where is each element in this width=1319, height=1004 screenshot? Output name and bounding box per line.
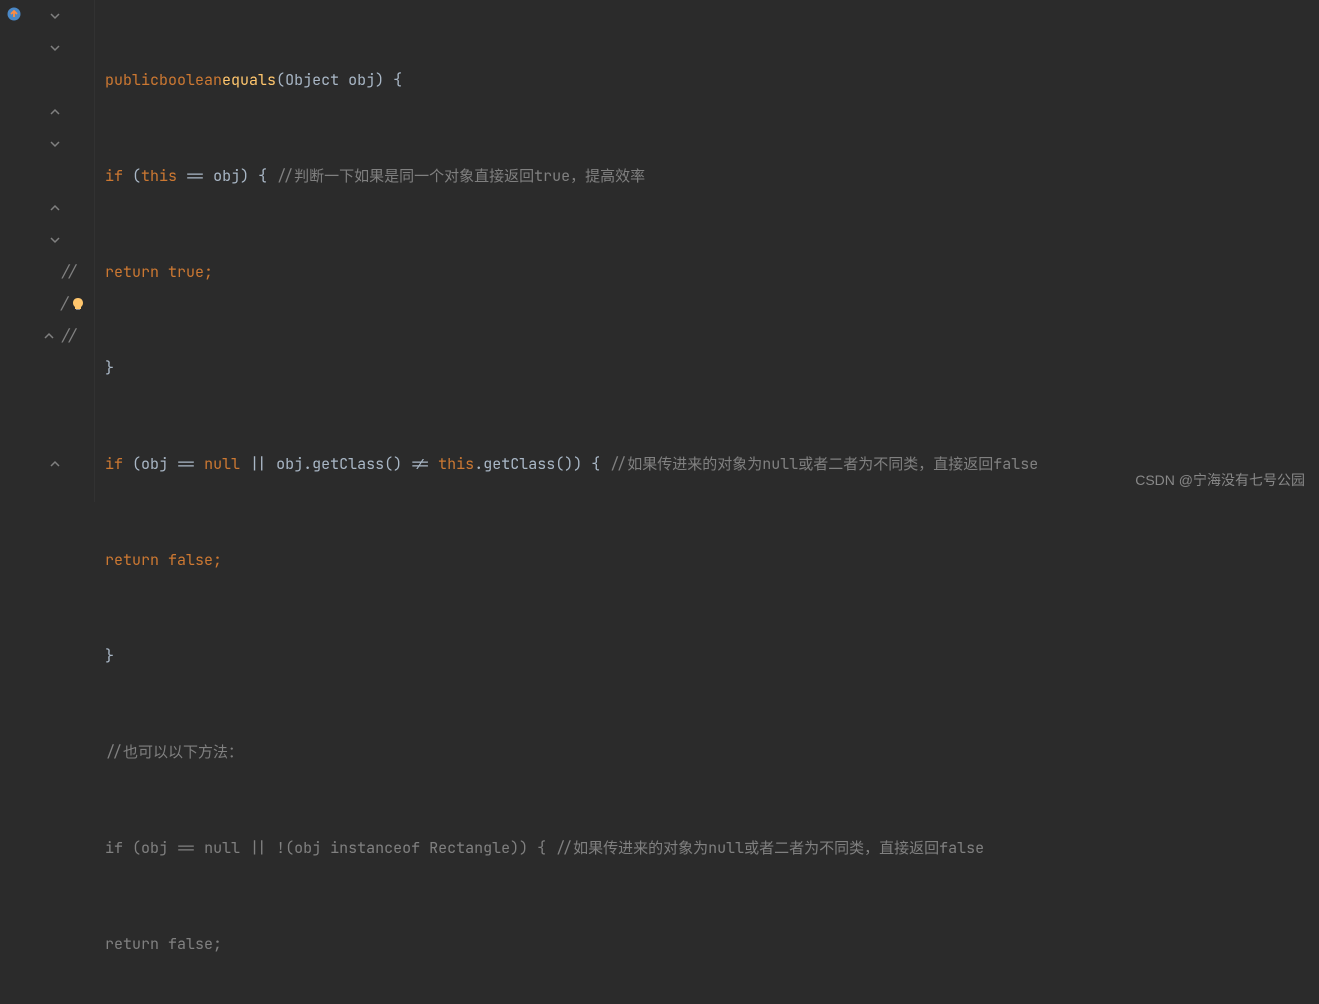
method-name: equals xyxy=(222,64,276,96)
override-icon[interactable] xyxy=(6,6,22,22)
param: obj xyxy=(339,64,375,96)
dot: . xyxy=(474,448,483,480)
keyword: false xyxy=(159,934,213,954)
semi: ; xyxy=(213,934,222,954)
semi: ; xyxy=(213,544,222,576)
keyword: if xyxy=(105,160,123,192)
brace: } xyxy=(105,640,114,672)
keyword: false xyxy=(159,544,213,576)
op: || !( xyxy=(240,838,294,858)
fold-up-icon[interactable] xyxy=(48,201,62,215)
type: Rectangle xyxy=(429,838,510,858)
comment-marker: // xyxy=(60,256,78,288)
var: obj xyxy=(276,448,303,480)
paren: ( xyxy=(123,448,141,480)
keyword: return xyxy=(105,934,159,954)
keyword: this xyxy=(141,160,177,192)
keyword: boolean xyxy=(159,64,222,96)
code-line[interactable]: return true; xyxy=(105,256,1319,288)
keyword: true xyxy=(159,256,204,288)
keyword: null xyxy=(204,448,240,480)
method-call: getClass xyxy=(312,448,384,480)
fold-icon[interactable] xyxy=(48,41,62,55)
comment: //如果传进来的对象为null或者二者为不同类，直接返回false xyxy=(609,448,1038,480)
code-line[interactable]: //也可以以下方法： xyxy=(105,736,1319,768)
semi: ; xyxy=(204,256,213,288)
code-line[interactable]: if (this == obj) { //判断一下如果是同一个对象直接返回tru… xyxy=(105,160,1319,192)
lightbulb-icon[interactable] xyxy=(70,296,86,312)
comment-marker: / xyxy=(60,288,69,320)
paren: ) { xyxy=(240,160,276,192)
paren: ) xyxy=(375,64,384,96)
var: obj xyxy=(141,838,168,858)
op: || xyxy=(240,448,276,480)
paren: ( xyxy=(123,838,141,858)
keyword: if xyxy=(105,448,123,480)
paren: ()) { xyxy=(555,448,609,480)
comment: //判断一下如果是同一个对象直接返回true，提高效率 xyxy=(276,160,645,192)
keyword: return xyxy=(105,544,159,576)
keyword: this xyxy=(438,448,474,480)
comment-marker: // xyxy=(60,320,78,352)
op: != xyxy=(402,448,438,480)
keyword: instanceof xyxy=(321,838,429,858)
comment: //也可以以下方法： xyxy=(105,736,243,768)
var: obj xyxy=(141,448,168,480)
code-line[interactable]: public boolean equals(Object obj) { xyxy=(105,64,1319,96)
var: obj xyxy=(213,160,240,192)
code-line[interactable]: return false; xyxy=(105,928,1319,960)
code-line[interactable]: } xyxy=(105,640,1319,672)
var: obj xyxy=(294,838,321,858)
code-content[interactable]: public boolean equals(Object obj) { if (… xyxy=(95,0,1319,502)
code-editor[interactable]: // / // public boolean equals(Object obj… xyxy=(0,0,1319,502)
dot: . xyxy=(303,448,312,480)
paren: ( xyxy=(276,64,285,96)
fold-up-icon[interactable] xyxy=(48,105,62,119)
keyword: if xyxy=(105,838,123,858)
fold-up-icon[interactable] xyxy=(42,329,56,343)
brace: } xyxy=(105,352,114,384)
code-line[interactable]: } xyxy=(105,352,1319,384)
fold-up-icon[interactable] xyxy=(48,457,62,471)
editor-gutter: // / // xyxy=(0,0,95,502)
keyword: null xyxy=(204,838,240,858)
op: == xyxy=(168,448,204,480)
fold-icon[interactable] xyxy=(48,137,62,151)
method-call: getClass xyxy=(483,448,555,480)
keyword: public xyxy=(105,64,159,96)
fold-icon[interactable] xyxy=(48,233,62,247)
brace: { xyxy=(384,64,402,96)
paren: )) { xyxy=(510,838,555,858)
code-line[interactable]: return false; xyxy=(105,544,1319,576)
type: Object xyxy=(285,64,339,96)
paren: ( xyxy=(123,160,141,192)
fold-icon[interactable] xyxy=(48,9,62,23)
op: == xyxy=(177,160,213,192)
watermark: CSDN @宁海没有七号公园 xyxy=(1135,464,1305,496)
op: == xyxy=(168,838,204,858)
paren: () xyxy=(384,448,402,480)
keyword: return xyxy=(105,256,159,288)
comment: //如果传进来的对象为null或者二者为不同类，直接返回false xyxy=(555,838,984,858)
code-line[interactable]: if (obj == null || !(obj instanceof Rect… xyxy=(105,832,1319,864)
